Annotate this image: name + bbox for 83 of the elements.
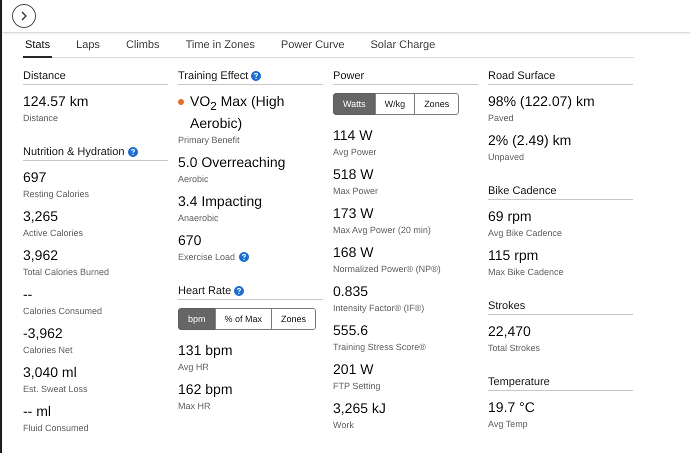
toggle-option[interactable]: Zones xyxy=(271,308,316,330)
stat-value: 518 W xyxy=(333,166,374,183)
stat-label: Exercise Load xyxy=(178,250,236,263)
stat-value: 98% (122.07) km xyxy=(488,93,595,110)
stat-label: Work xyxy=(333,419,354,431)
stat-label: Total Strokes xyxy=(488,342,540,354)
stat-value: 555.6 xyxy=(333,322,368,339)
stat-label: Resting Calories xyxy=(23,188,90,200)
stat-label: Avg HR xyxy=(178,360,209,373)
stat-value: 69 rpm xyxy=(488,208,532,225)
stat-value: 173 W xyxy=(333,205,374,222)
stat-value: 3,265 xyxy=(23,208,58,225)
stat-label: Avg Temp xyxy=(488,418,528,430)
tab[interactable]: Solar Charge xyxy=(368,37,438,58)
expand-button[interactable] xyxy=(12,4,36,28)
section-title: Strokes xyxy=(488,300,526,312)
help-icon[interactable] xyxy=(239,252,250,262)
stat-label: Total Calories Burned xyxy=(23,266,110,278)
stat-label: Normalized Power® (NP®) xyxy=(333,263,441,275)
toggle-option[interactable]: Watts xyxy=(333,93,376,115)
stat-value: 3.4 Impacting xyxy=(178,192,262,210)
stat-value: 115 rpm xyxy=(488,247,538,264)
stat-label: FTP Setting xyxy=(333,380,380,392)
help-icon[interactable] xyxy=(234,286,244,296)
stat-value: 3,265 kJ xyxy=(333,400,386,417)
stat-label: Calories Consumed xyxy=(23,305,102,317)
section-title: Power xyxy=(333,70,364,82)
toggle-option[interactable]: W/kg xyxy=(374,93,416,115)
stat-label: Avg Bike Cadence xyxy=(488,227,562,239)
stat-label: Max Bike Cadence xyxy=(488,266,564,278)
tab[interactable]: Stats xyxy=(23,37,52,58)
stat-value: 124.57 km xyxy=(23,93,88,110)
stat-label: Max Power xyxy=(333,185,378,197)
tab[interactable]: Laps xyxy=(74,37,102,58)
stat-label: Anaerobic xyxy=(178,212,219,224)
help-icon[interactable] xyxy=(251,71,262,81)
stat-label: Est. Sweat Loss xyxy=(23,383,88,395)
stat-label: Unpaved xyxy=(488,151,524,163)
tab[interactable]: Power Curve xyxy=(278,37,346,58)
stat-value: -3,962 xyxy=(23,325,63,342)
section-title: Distance xyxy=(23,70,66,82)
section-title: Road Surface xyxy=(488,70,556,82)
stat-value: 168 W xyxy=(333,244,374,261)
stat-value: 114 W xyxy=(333,127,372,144)
stat-value: 3,040 ml xyxy=(23,364,77,381)
section-title: Training Effect xyxy=(178,70,248,82)
stat-value: 5.0 Overreaching xyxy=(178,154,286,171)
stat-value: 670 xyxy=(178,232,202,249)
stat-label: Aerobic xyxy=(178,172,209,185)
stat-label: Primary Benefit xyxy=(178,134,240,146)
stat-value: -- xyxy=(23,286,32,303)
stat-value: VO$_{2}$ Max (High Aerobic) xyxy=(190,93,286,132)
tab[interactable]: Climbs xyxy=(124,37,162,58)
stat-label: Avg Power xyxy=(333,146,376,158)
stat-value: 201 W xyxy=(333,361,374,378)
stat-value: 0.835 xyxy=(333,283,368,300)
toggle-option[interactable]: Zones xyxy=(414,93,460,115)
section-title: Nutrition & Hydration xyxy=(23,146,124,158)
stat-value: -- ml xyxy=(23,403,51,420)
help-icon[interactable] xyxy=(128,147,138,157)
stat-label: Intensity Factor® (IF®) xyxy=(333,302,424,314)
tab[interactable]: Time in Zones xyxy=(184,37,257,58)
stat-label: Distance xyxy=(23,112,58,124)
stat-label: Fluid Consumed xyxy=(23,422,89,434)
stat-label: Calories Net xyxy=(23,344,73,356)
stat-label: Training Stress Score® xyxy=(333,341,426,353)
stat-value: 2% (2.49) km xyxy=(488,132,572,149)
stat-value: 19.7 °C xyxy=(488,399,535,416)
stat-value: 697 xyxy=(23,169,46,186)
stat-value: 3,962 xyxy=(23,247,58,264)
toggle-option[interactable]: bpm xyxy=(178,308,216,330)
section-title: Temperature xyxy=(488,376,550,388)
stat-label: Max Avg Power (20 min) xyxy=(333,224,431,236)
section-title: Heart Rate xyxy=(178,284,232,297)
stat-label: Max HR xyxy=(178,400,211,412)
stat-label: Active Calories xyxy=(23,227,84,239)
toggle-option[interactable]: % of Max xyxy=(214,308,272,330)
stat-value: 162 bpm xyxy=(178,380,232,398)
stat-label: Paved xyxy=(488,112,514,124)
stat-value: 131 bpm xyxy=(178,342,232,359)
chevron-right-icon xyxy=(19,11,29,21)
section-title: Bike Cadence xyxy=(488,185,556,197)
stat-value: 22,470 xyxy=(488,323,531,340)
